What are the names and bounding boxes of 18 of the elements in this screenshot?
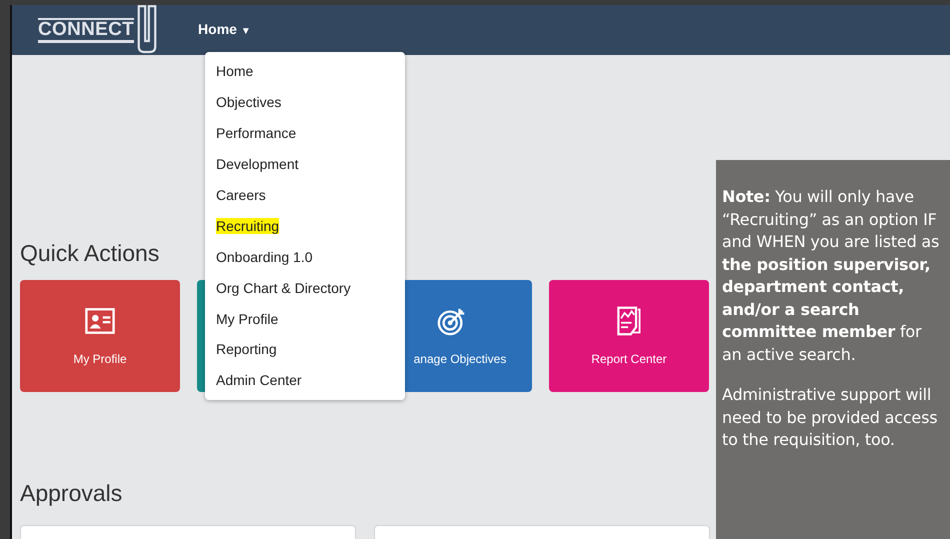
u-logo-icon: [136, 5, 158, 55]
target-icon: [437, 306, 467, 336]
menu-item[interactable]: Careers: [205, 180, 405, 210]
menu-item[interactable]: Recruiting: [205, 210, 405, 242]
note-text: Note: You will only have “Recruiting” as an option IF and WHEN you are listed as the position supervisor, department contact, and/or a search committee member for an active search.: [722, 186, 940, 366]
menu-item[interactable]: Development: [205, 148, 405, 180]
note-text: Administrative support will need to be provided access to the requisition, too.: [722, 384, 938, 451]
logo[interactable]: CONNECT: [38, 5, 158, 55]
home-menu-button[interactable]: Home ▼: [198, 21, 251, 37]
action-tile[interactable]: My Profile: [20, 280, 180, 392]
menu-item[interactable]: Objectives: [205, 86, 405, 118]
section-title: Approvals: [20, 480, 122, 507]
menu-item[interactable]: Home: [205, 56, 405, 87]
action-tile[interactable]: Report Center: [549, 280, 709, 392]
menu-item[interactable]: Onboarding 1.0: [205, 241, 405, 272]
section-title: Quick Actions: [20, 239, 160, 267]
menu-item[interactable]: Performance: [205, 118, 405, 149]
id-card-icon: [85, 306, 115, 336]
